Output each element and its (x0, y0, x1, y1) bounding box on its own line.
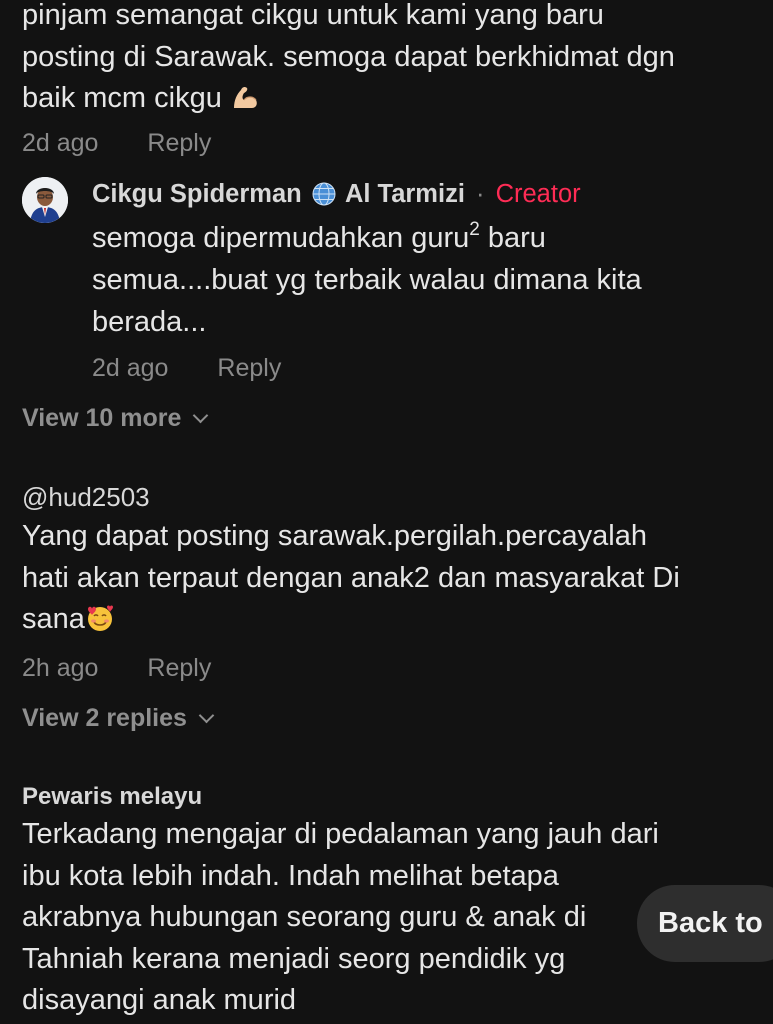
reply-line-text: baru (479, 222, 546, 254)
comment-line: Terkadang mengajar di pedalaman yang jau… (22, 818, 659, 850)
comment-username[interactable]: @hud2503 (22, 482, 150, 513)
reply-line: semua....buat yg terbaik walau dimana ki… (92, 264, 642, 296)
comment-line: Yang dapat posting sarawak.pergilah.perc… (22, 520, 647, 552)
creator-name[interactable]: Cikgu Spiderman (92, 180, 302, 208)
comment-text: pinjam semangat cikgu untuk kami yang ba… (22, 0, 762, 120)
comment-meta: 2d ago Reply (22, 129, 211, 158)
timestamp: 2h ago (22, 654, 99, 682)
comment-line: ibu kota lebih indah. Indah melihat beta… (22, 859, 559, 892)
comment-text: Yang dapat posting sarawak.pergilah.perc… (22, 516, 762, 641)
timestamp: 2d ago (92, 354, 169, 382)
reply-header: Cikgu Spiderman Al Tarmizi · Creator (92, 180, 581, 209)
superscript: 2 (469, 219, 480, 240)
comment-line: baik mcm cikgu (22, 78, 762, 120)
avatar[interactable] (22, 177, 68, 223)
comment-line: disayangi anak murid (22, 984, 297, 1016)
creator-badge: Creator (495, 180, 581, 208)
comment-line-text: sana (22, 603, 85, 635)
view-replies-button[interactable]: View 2 replies (22, 704, 215, 733)
reply-line-text: semoga dipermudahkan guru (92, 222, 470, 254)
reply-button[interactable]: Reply (217, 354, 281, 382)
view-replies-label: View 2 replies (22, 704, 187, 732)
comment-line: posting di Sarawak. semoga dapat berkhid… (22, 40, 675, 73)
comment-line: pinjam semangat cikgu untuk kami yang ba… (22, 0, 604, 31)
chevron-down-icon (193, 407, 209, 424)
creator-name-2[interactable]: Al Tarmizi (345, 180, 465, 208)
comment-meta: 2h ago Reply (22, 654, 211, 683)
comment-line-text: baik mcm cikgu (22, 82, 222, 114)
view-more-label: View 10 more (22, 404, 182, 432)
smiling-face-with-hearts-icon (87, 605, 113, 631)
chevron-down-icon (198, 707, 215, 724)
timestamp: 2d ago (22, 129, 99, 157)
globe-icon (312, 182, 336, 206)
reply-line: semoga dipermudahkan guru2 baru (92, 217, 732, 259)
comment-line: hati akan terpaut dengan anak2 dan masya… (22, 561, 680, 594)
reply-line: berada... (92, 306, 207, 338)
comment-line: sana (22, 599, 762, 641)
comment-username[interactable]: Pewaris melayu (22, 783, 202, 811)
flexed-biceps-icon (233, 86, 257, 108)
reply-button[interactable]: Reply (147, 129, 211, 157)
reply-meta: 2d ago Reply (92, 354, 281, 383)
reply-text: semoga dipermudahkan guru2 baru semua...… (92, 217, 732, 343)
back-to-top-button[interactable]: Back to (637, 885, 773, 962)
reply-button[interactable]: Reply (147, 654, 211, 682)
avatar-image (22, 177, 68, 223)
view-more-replies-button[interactable]: View 10 more (22, 404, 209, 433)
separator: · (476, 180, 485, 208)
